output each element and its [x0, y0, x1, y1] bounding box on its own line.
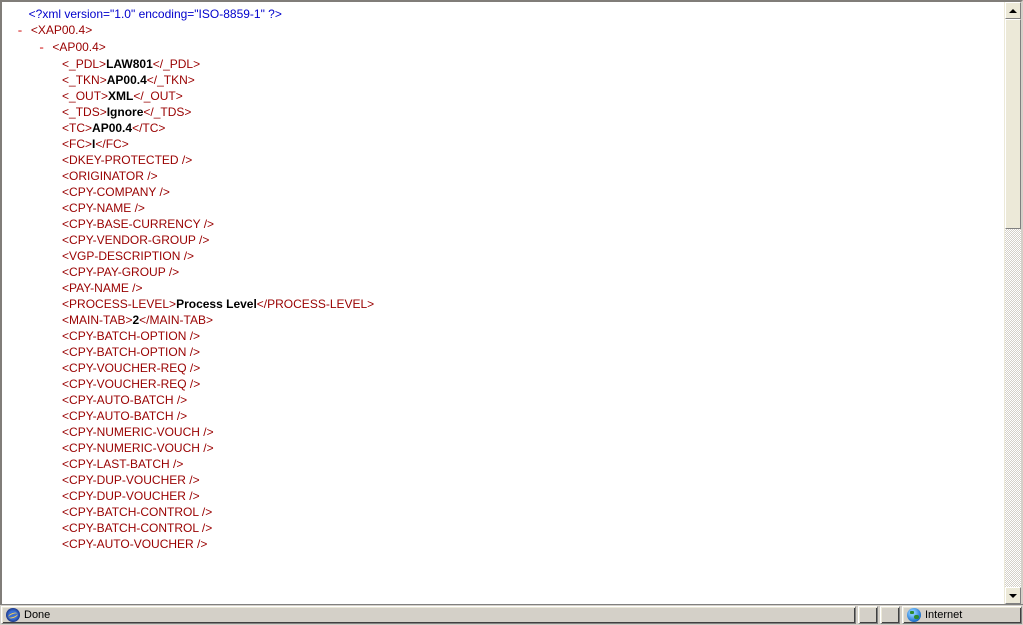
arrow-up-icon: [1009, 9, 1017, 13]
xml-root-open[interactable]: - <XAP00.4>: [2, 22, 1004, 39]
content-wrapper: <?xml version="1.0" encoding="ISO-8859-1…: [0, 0, 1023, 604]
xml-leaf-node[interactable]: <CPY-LAST-BATCH />: [2, 456, 1004, 472]
internet-zone-icon: [907, 608, 921, 622]
status-zone-pane: Internet: [902, 606, 1022, 624]
xml-leaf-node[interactable]: <CPY-COMPANY />: [2, 184, 1004, 200]
xml-leaf-node[interactable]: <VGP-DESCRIPTION />: [2, 248, 1004, 264]
xml-leaf-node[interactable]: <CPY-AUTO-BATCH />: [2, 392, 1004, 408]
xml-leaf-node[interactable]: <CPY-DUP-VOUCHER />: [2, 472, 1004, 488]
xml-leaf-node[interactable]: <_TDS>Ignore</_TDS>: [2, 104, 1004, 120]
xml-leaf-node[interactable]: <CPY-PAY-GROUP />: [2, 264, 1004, 280]
status-main-pane: Done: [1, 606, 856, 624]
browser-viewport: <?xml version="1.0" encoding="ISO-8859-1…: [0, 0, 1023, 625]
collapse-toggle-icon[interactable]: -: [2, 41, 52, 55]
status-bar: Done Internet: [0, 604, 1023, 625]
xml-leaf-node[interactable]: <MAIN-TAB>2</MAIN-TAB>: [2, 312, 1004, 328]
collapse-toggle-icon[interactable]: -: [2, 24, 31, 38]
xml-leaf-node[interactable]: <_OUT>XML</_OUT>: [2, 88, 1004, 104]
vertical-scrollbar[interactable]: [1004, 2, 1021, 604]
xml-child-open[interactable]: - <AP00.4>: [2, 39, 1004, 56]
xml-content-area[interactable]: <?xml version="1.0" encoding="ISO-8859-1…: [2, 2, 1004, 604]
ie-page-icon: [6, 608, 20, 622]
xml-leaf-node[interactable]: <CPY-NAME />: [2, 200, 1004, 216]
scroll-up-button[interactable]: [1005, 2, 1021, 19]
xml-leaf-node[interactable]: <CPY-BATCH-OPTION />: [2, 328, 1004, 344]
xml-leaf-node[interactable]: <TC>AP00.4</TC>: [2, 120, 1004, 136]
status-text: Done: [24, 609, 50, 621]
status-zone-text: Internet: [925, 609, 962, 621]
xml-leaf-node[interactable]: <ORIGINATOR />: [2, 168, 1004, 184]
xml-leaf-node[interactable]: <PAY-NAME />: [2, 280, 1004, 296]
xml-declaration: <?xml version="1.0" encoding="ISO-8859-1…: [2, 6, 1004, 22]
xml-leaf-node[interactable]: <PROCESS-LEVEL>Process Level</PROCESS-LE…: [2, 296, 1004, 312]
xml-leaf-node[interactable]: <CPY-VENDOR-GROUP />: [2, 232, 1004, 248]
status-pane-3: [880, 606, 900, 624]
xml-leaf-node[interactable]: <FC>I</FC>: [2, 136, 1004, 152]
xml-leaf-node[interactable]: <CPY-BATCH-OPTION />: [2, 344, 1004, 360]
scroll-down-button[interactable]: [1005, 587, 1021, 604]
xml-leaf-node[interactable]: <CPY-NUMERIC-VOUCH />: [2, 440, 1004, 456]
arrow-down-icon: [1009, 594, 1017, 598]
xml-leaf-node[interactable]: <CPY-AUTO-BATCH />: [2, 408, 1004, 424]
xml-leaf-node[interactable]: <CPY-BASE-CURRENCY />: [2, 216, 1004, 232]
xml-leaf-node[interactable]: <CPY-BATCH-CONTROL />: [2, 520, 1004, 536]
xml-leaf-node[interactable]: <CPY-NUMERIC-VOUCH />: [2, 424, 1004, 440]
xml-leaf-node[interactable]: <CPY-VOUCHER-REQ />: [2, 376, 1004, 392]
scroll-thumb[interactable]: [1005, 19, 1021, 229]
xml-leaf-node[interactable]: <_PDL>LAW801</_PDL>: [2, 56, 1004, 72]
xml-leaf-node[interactable]: <CPY-AUTO-VOUCHER />: [2, 536, 1004, 552]
xml-leaf-node[interactable]: <CPY-VOUCHER-REQ />: [2, 360, 1004, 376]
xml-leaf-node[interactable]: <CPY-BATCH-CONTROL />: [2, 504, 1004, 520]
xml-leaf-node[interactable]: <_TKN>AP00.4</_TKN>: [2, 72, 1004, 88]
status-pane-2: [858, 606, 878, 624]
scroll-track[interactable]: [1005, 19, 1021, 587]
xml-leaf-node[interactable]: <CPY-DUP-VOUCHER />: [2, 488, 1004, 504]
xml-leaf-node[interactable]: <DKEY-PROTECTED />: [2, 152, 1004, 168]
